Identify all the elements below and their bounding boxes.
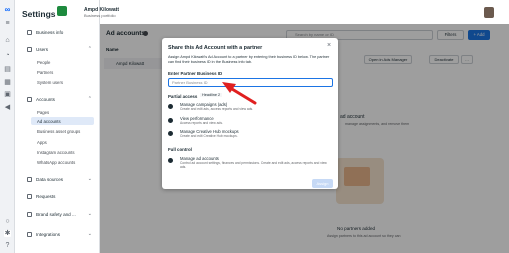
red-arrow-annotation bbox=[222, 82, 257, 105]
arrow-shaft bbox=[230, 87, 257, 105]
